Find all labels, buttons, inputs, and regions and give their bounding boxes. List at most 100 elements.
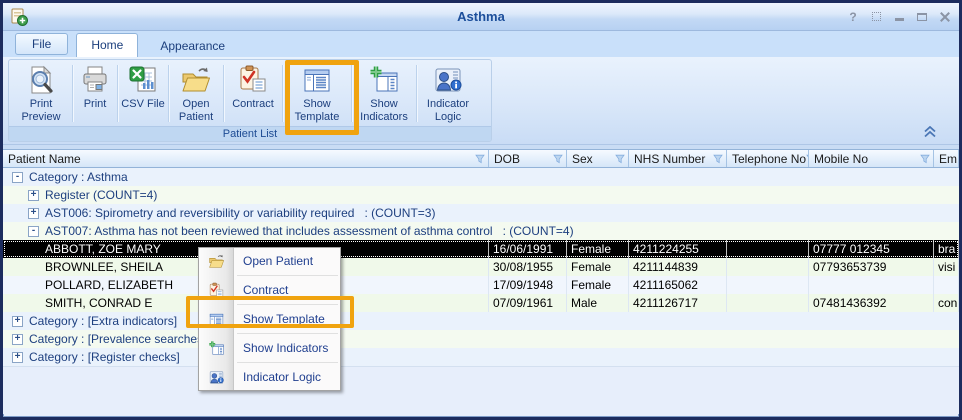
menu-item-show-indicators[interactable]: Show Indicators: [199, 335, 340, 361]
table-row-brownlee[interactable]: BROWNLEE, SHEILA 30/08/1955 Female 42111…: [3, 258, 959, 276]
menu-item-show-template[interactable]: Show Template: [199, 306, 340, 332]
indicator-logic-button[interactable]: Indicator Logic: [418, 61, 478, 126]
table-row-pollard[interactable]: POLLARD, ELIZABETH 17/09/1948 Female 421…: [3, 276, 959, 294]
print-preview-button[interactable]: Print Preview: [11, 61, 71, 126]
cell-mobile: 07777 012345: [809, 240, 934, 258]
table-row-abbott[interactable]: ABBOTT, ZOE MARY 16/06/1991 Female 42112…: [3, 240, 959, 258]
show-template-icon: [199, 311, 233, 328]
collapse-ribbon-icon[interactable]: [923, 126, 937, 138]
fit-window-icon[interactable]: [868, 10, 884, 24]
cell-mobile: [809, 276, 934, 294]
ribbon-group-patient-list: Print Preview Print CSV File Open Patien…: [8, 59, 492, 142]
filter-icon[interactable]: [920, 154, 930, 164]
cell-sex: Female: [567, 276, 629, 294]
csv-file-button[interactable]: CSV File: [119, 61, 167, 126]
expand-icon[interactable]: +: [12, 352, 23, 363]
show-indicators-button[interactable]: Show Indicators: [353, 61, 415, 126]
ribbon-separator: [72, 65, 73, 122]
close-icon[interactable]: [937, 10, 953, 24]
menu-item-contract[interactable]: Contract: [199, 277, 340, 303]
tree-row-ast006[interactable]: + AST006: Spirometry and reversibility o…: [3, 204, 959, 222]
cell-dob: 07/09/1961: [489, 294, 567, 312]
button-label: Print Preview: [11, 98, 71, 123]
button-label: Show Indicators: [353, 98, 415, 123]
ribbon-separator: [168, 65, 169, 122]
filter-icon[interactable]: [615, 154, 625, 164]
cell-email: [934, 276, 959, 294]
button-label: Show Template: [284, 98, 350, 123]
column-header-mobile[interactable]: Mobile No: [809, 150, 934, 167]
tree-row-category-asthma[interactable]: - Category : Asthma: [3, 168, 959, 186]
ribbon-tabstrip: File Home Appearance: [3, 31, 959, 57]
tree-row-register[interactable]: + Register (COUNT=4): [3, 186, 959, 204]
indicator-logic-icon: [432, 64, 464, 96]
cell-nhs: 4211144839: [629, 258, 727, 276]
print-button[interactable]: Print: [74, 61, 116, 126]
column-header-label: Em: [939, 152, 957, 166]
tree-row-label: AST006: Spirometry and reversibility or …: [45, 206, 435, 220]
column-header-patient-name[interactable]: Patient Name: [3, 150, 489, 167]
tab-appearance[interactable]: Appearance: [146, 35, 239, 57]
cell-nhs: 4211224255: [629, 240, 727, 258]
tree-row-ast007[interactable]: - AST007: Asthma has not been reviewed t…: [3, 222, 959, 240]
column-header-label: NHS Number: [634, 152, 713, 166]
cell-nhs: 4211165062: [629, 276, 727, 294]
ribbon-group-label: Patient List: [9, 126, 491, 141]
tree-row-label: Category : [Prevalence searches]: [29, 332, 206, 346]
ribbon: Print Preview Print CSV File Open Patien…: [3, 57, 959, 145]
menu-item-label: Indicator Logic: [233, 370, 321, 384]
menu-item-open-patient[interactable]: Open Patient: [199, 248, 340, 274]
column-header-nhs-number[interactable]: NHS Number: [629, 150, 727, 167]
collapse-icon[interactable]: -: [12, 172, 23, 183]
cell-email: visi: [934, 258, 959, 276]
menu-item-indicator-logic[interactable]: Indicator Logic: [199, 364, 340, 390]
filter-icon[interactable]: [553, 154, 563, 164]
ribbon-separator: [223, 65, 224, 122]
table-row-smith[interactable]: SMITH, CONRAD E 07/09/1961 Male 42111267…: [3, 294, 959, 312]
maximize-icon[interactable]: [914, 10, 930, 24]
expand-icon[interactable]: +: [28, 190, 39, 201]
show-indicators-icon: [368, 64, 400, 96]
indicator-logic-icon: [199, 369, 233, 386]
button-label: Contract: [232, 98, 274, 111]
context-menu: Open Patient Contract Show Template Show…: [198, 247, 341, 391]
patient-grid: Patient Name DOB Sex NHS Number Telephon…: [3, 149, 959, 414]
open-patient-button[interactable]: Open Patient: [170, 61, 222, 126]
show-template-button[interactable]: Show Template: [284, 61, 350, 126]
column-header-telephone[interactable]: Telephone No: [727, 150, 809, 167]
minimize-icon[interactable]: [891, 10, 907, 24]
show-template-icon: [301, 64, 333, 96]
help-icon[interactable]: ?: [845, 10, 861, 24]
grid-empty-area: [3, 366, 959, 414]
tab-home[interactable]: Home: [76, 33, 138, 57]
print-preview-icon: [25, 64, 57, 96]
cell-sex: Female: [567, 258, 629, 276]
menu-separator: [237, 275, 338, 276]
app-window: Asthma ? File Home Appearance Print Prev…: [0, 0, 962, 420]
tree-row-category-prevalence-searches[interactable]: + Category : [Prevalence searches]: [3, 330, 959, 348]
button-label: Open Patient: [170, 98, 222, 123]
column-header-dob[interactable]: DOB: [489, 150, 567, 167]
expand-icon[interactable]: +: [12, 316, 23, 327]
cell-sex: Female: [567, 240, 629, 258]
contract-icon: [199, 282, 233, 299]
tab-file[interactable]: File: [15, 33, 68, 55]
tree-row-category-register-checks[interactable]: + Category : [Register checks]: [3, 348, 959, 366]
menu-item-label: Contract: [233, 283, 288, 297]
tree-row-label: Register (COUNT=4): [45, 188, 157, 202]
filter-icon[interactable]: [713, 154, 723, 164]
button-label: Indicator Logic: [418, 98, 478, 123]
column-header-sex[interactable]: Sex: [567, 150, 629, 167]
contract-button[interactable]: Contract: [225, 61, 281, 126]
expand-icon[interactable]: +: [12, 334, 23, 345]
menu-separator: [237, 362, 338, 363]
column-header-email[interactable]: Em: [934, 150, 959, 167]
collapse-icon[interactable]: -: [28, 226, 39, 237]
cell-telephone: [727, 240, 809, 258]
csv-file-icon: [127, 64, 159, 96]
tree-row-category-extra-indicators[interactable]: + Category : [Extra indicators]: [3, 312, 959, 330]
filter-icon[interactable]: [475, 154, 485, 164]
window-title: Asthma: [3, 9, 959, 24]
expand-icon[interactable]: +: [28, 208, 39, 219]
tree-row-label: Category : Asthma: [29, 170, 128, 184]
